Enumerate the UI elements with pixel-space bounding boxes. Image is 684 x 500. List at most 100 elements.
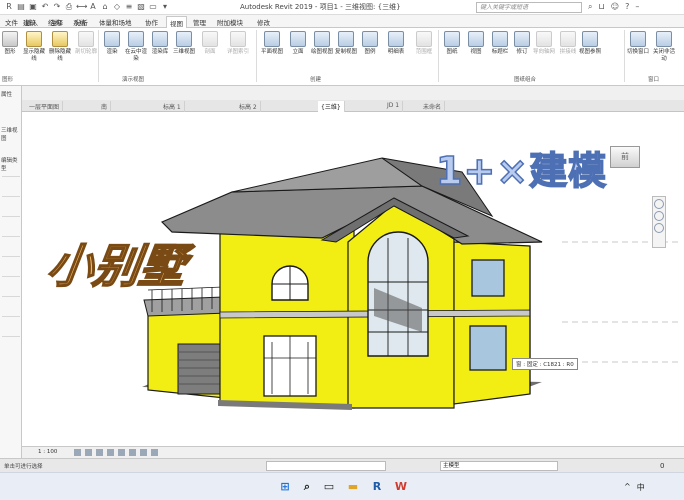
view-tab-3d[interactable]: {三维}: [318, 101, 345, 112]
tab-modify[interactable]: 修改: [254, 16, 273, 28]
tab-insert[interactable]: 插入: [22, 16, 41, 28]
switch-windows-icon[interactable]: ▭: [148, 2, 158, 12]
cart-icon[interactable]: ⊔: [598, 2, 604, 12]
scope-box-icon: [416, 31, 432, 47]
ribbon-tab-bar: 文件 建筑 结构 系统 插入 注释 分析 体量和场地 协作 视图 管理 附加模块…: [0, 15, 684, 28]
input-method-icon[interactable]: 中: [637, 482, 645, 493]
graphics-button[interactable]: 图形: [0, 31, 22, 56]
view-tab-level-1[interactable]: 标高 1: [160, 101, 185, 112]
status-message: 单击可进行选择: [4, 464, 43, 470]
help-icon[interactable]: ?: [625, 2, 629, 12]
steering-wheel-icon[interactable]: [654, 199, 664, 209]
sheet-button[interactable]: 图纸: [440, 31, 464, 56]
render-button[interactable]: 渲染: [100, 31, 124, 56]
tab-analyze[interactable]: 分析: [72, 16, 91, 28]
os-taskbar: ⊞ ⌕ ▭ ▬ R W ^ 中: [0, 472, 684, 500]
temporary-hide-icon[interactable]: [151, 449, 158, 456]
view-tab-south[interactable]: 南: [98, 101, 112, 112]
title-block-button[interactable]: 标题栏: [488, 31, 512, 56]
thin-lines-icon[interactable]: ≡: [124, 2, 134, 12]
crop-view-icon[interactable]: [118, 449, 125, 456]
properties-panel[interactable]: 属性 三维视图 编辑类型: [0, 86, 22, 458]
visual-style-icon[interactable]: [85, 449, 92, 456]
revit-icon[interactable]: R: [368, 478, 386, 496]
switch-window-button[interactable]: 切换窗口: [626, 31, 650, 56]
task-view-icon[interactable]: ▭: [320, 478, 338, 496]
pan-icon[interactable]: [654, 223, 664, 233]
view-button[interactable]: 视图: [464, 31, 488, 56]
workset-field[interactable]: [266, 461, 386, 471]
duplicate-view-icon: [338, 31, 354, 47]
overlay-title: 1+×建模: [435, 148, 608, 194]
view-tab-first-floor[interactable]: 一层平面图: [26, 101, 64, 112]
search-icon[interactable]: ⌕: [588, 2, 592, 12]
section-button[interactable]: 剖面: [198, 31, 222, 56]
show-hidden-lines-button[interactable]: 显示隐藏线: [22, 31, 46, 63]
text-icon[interactable]: A: [88, 2, 98, 12]
file-explorer-icon[interactable]: ▬: [344, 478, 362, 496]
viewcube[interactable]: 前: [610, 146, 640, 168]
close-hidden-icon[interactable]: ▧: [136, 2, 146, 12]
view-reference-button[interactable]: 视图参照: [578, 31, 602, 56]
legend-button[interactable]: 图例: [358, 31, 382, 56]
ribbon-separator: [98, 30, 99, 82]
ribbon-group-create: 创建: [310, 77, 322, 83]
tray-expand-icon[interactable]: ^: [624, 482, 631, 493]
remove-hidden-lines-button[interactable]: 删除隐藏线: [48, 31, 72, 63]
duplicate-view-button[interactable]: 复制视图: [334, 31, 358, 56]
tab-add-ins[interactable]: 附加模块: [214, 16, 246, 28]
view-scale[interactable]: 1 : 100: [38, 449, 57, 455]
close-inactive-button[interactable]: 关闭非活动: [652, 31, 676, 63]
model-selector[interactable]: 主模型: [440, 461, 558, 471]
view-tab-jd1[interactable]: JD 1: [384, 101, 404, 112]
title-bar: R ▤ ▣ ↶ ↷ ⎙ ⟷ A ⌂ ◇ ≡ ▧ ▭ ▾ Autodesk Rev…: [0, 0, 684, 15]
open-icon[interactable]: ▤: [16, 2, 26, 12]
legend-icon: [362, 31, 378, 47]
tab-manage[interactable]: 管理: [190, 16, 209, 28]
edit-type-button[interactable]: 编辑类型: [1, 156, 21, 172]
view-tab-level-2[interactable]: 标高 2: [236, 101, 261, 112]
lock-view-icon[interactable]: [140, 449, 147, 456]
scope-box-button[interactable]: 范围框: [412, 31, 436, 56]
navigation-bar[interactable]: [652, 196, 666, 248]
3d-view-icon[interactable]: ⌂: [100, 2, 110, 12]
zoom-icon[interactable]: [654, 211, 664, 221]
minimize-icon[interactable]: –: [635, 2, 639, 12]
tab-file[interactable]: 文件: [2, 16, 21, 28]
cloud-render-button[interactable]: 在云中渲染: [124, 31, 148, 63]
redo-icon[interactable]: ↷: [52, 2, 62, 12]
schedule-button[interactable]: 明细表: [384, 31, 408, 56]
measure-icon[interactable]: ⟷: [76, 2, 87, 12]
plan-view-button[interactable]: 平面视图: [260, 31, 284, 56]
tab-annotate[interactable]: 注释: [47, 16, 66, 28]
selection-filter-count[interactable]: 0: [660, 462, 664, 470]
drafting-view-button[interactable]: 绘图视图: [310, 31, 334, 56]
cut-profile-button[interactable]: 剖切轮廓: [74, 31, 98, 56]
elevation-button[interactable]: 立面: [286, 31, 310, 56]
detail-level-icon[interactable]: [74, 449, 81, 456]
sun-path-icon[interactable]: [96, 449, 103, 456]
show-crop-icon[interactable]: [129, 449, 136, 456]
search-input[interactable]: 键入关键字或短语: [476, 2, 582, 13]
save-icon[interactable]: ▣: [28, 2, 38, 12]
print-icon[interactable]: ⎙: [64, 2, 74, 12]
user-icon[interactable]: ☺: [611, 2, 619, 12]
matchline-button[interactable]: 拼接线: [556, 31, 580, 56]
revit-logo-icon[interactable]: R: [4, 2, 14, 12]
tab-view[interactable]: 视图: [166, 16, 187, 28]
3d-view-button[interactable]: 三维视图: [172, 31, 196, 56]
tab-massing-site[interactable]: 体量和场地: [96, 16, 135, 28]
section-icon[interactable]: ◇: [112, 2, 122, 12]
view-tab-untitled[interactable]: 未命名: [420, 101, 446, 112]
callout-button[interactable]: 详图索引: [226, 31, 250, 56]
search-icon[interactable]: ⌕: [298, 478, 316, 496]
tab-collaborate[interactable]: 协作: [142, 16, 161, 28]
guide-grid-button[interactable]: 导向轴网: [532, 31, 556, 56]
wps-icon[interactable]: W: [392, 478, 410, 496]
undo-icon[interactable]: ↶: [40, 2, 50, 12]
revision-button[interactable]: 修订: [510, 31, 534, 56]
shadows-icon[interactable]: [107, 449, 114, 456]
dropdown-icon[interactable]: ▾: [160, 2, 170, 12]
render-gallery-button[interactable]: 渲染库: [148, 31, 172, 56]
windows-start-icon[interactable]: ⊞: [276, 478, 294, 496]
